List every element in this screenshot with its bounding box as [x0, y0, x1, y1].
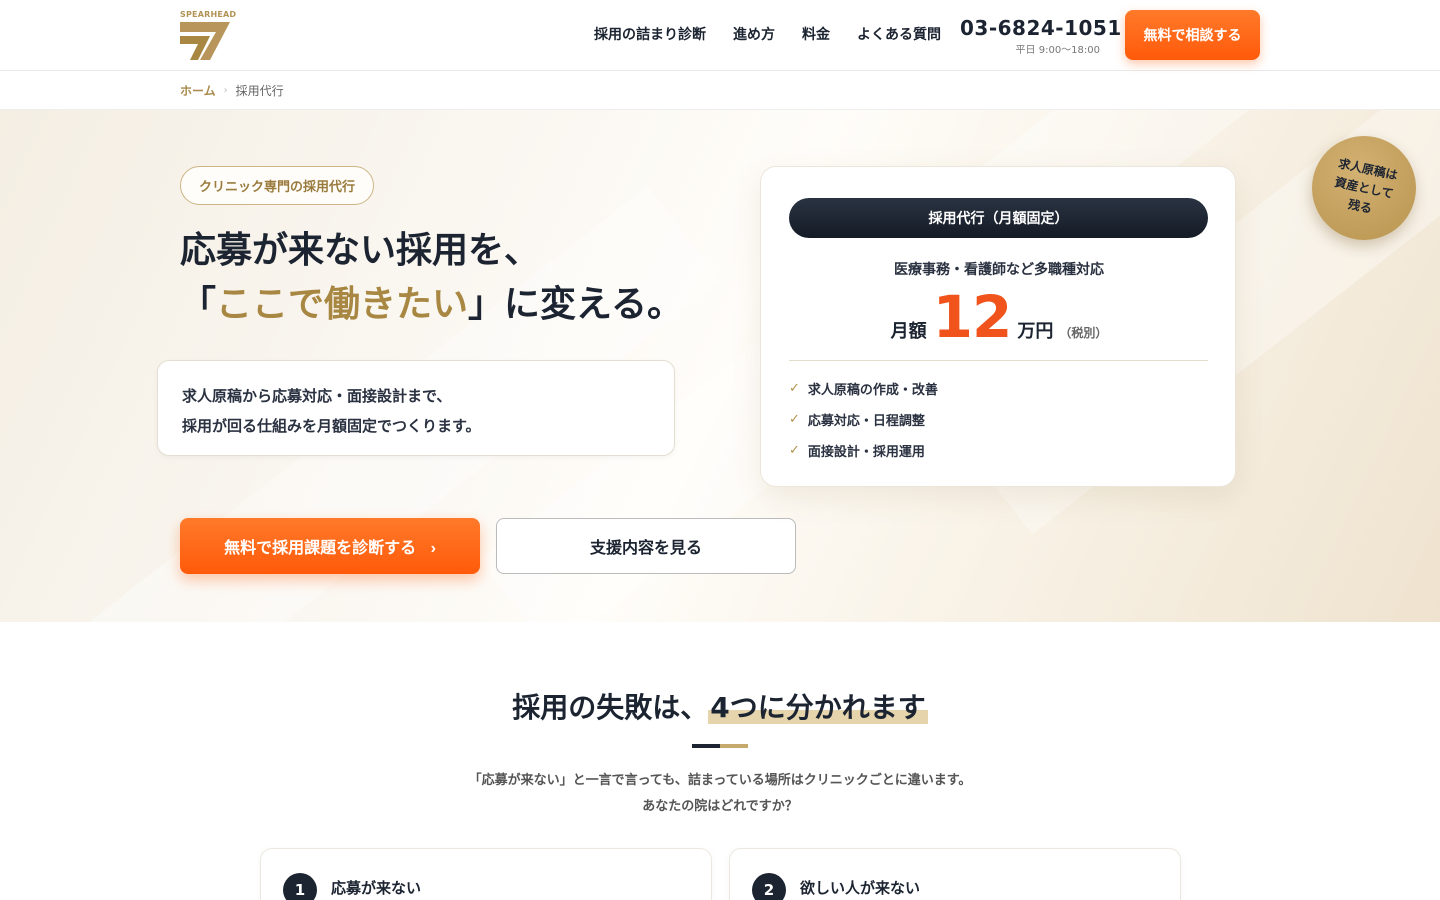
failure-card-label: 応募が来ない: [331, 879, 422, 897]
main-nav: 採用の詰まり診断 進め方 料金 よくある質問: [594, 24, 968, 44]
price-card-divider: [789, 360, 1208, 361]
hero-title-open-bracket: 「: [180, 284, 217, 325]
price-card-title: 採用代行（月額固定）: [789, 198, 1208, 238]
hero-title-line2-end: 」に変える。: [468, 284, 683, 325]
failure-card[interactable]: 1 応募が来ない: [260, 848, 712, 900]
feature-label: 応募対応・日程調整: [807, 414, 925, 429]
failure-card-label: 欲しい人が来ない: [800, 879, 921, 897]
hero-description: 求人原稿から応募対応・面接設計まで、 採用が回る仕組みを月額固定でつくります。: [157, 360, 675, 456]
logo-wordmark: SPEARHEAD: [180, 10, 237, 19]
price-prefix: 月額: [890, 321, 927, 342]
section-description: 「応募が来ない」と一言で言っても、詰まっている場所はクリニックごとに違います。 …: [0, 768, 1440, 820]
hero-desc-line2: 採用が回る仕組みを月額固定でつくります。: [182, 417, 481, 435]
feature-label: 面接設計・採用運用: [807, 445, 925, 460]
hero-badge: クリニック専門の採用代行: [180, 166, 375, 205]
phone-hours: 平日 9:00〜18:00: [1015, 45, 1100, 56]
price-amount: 12: [932, 283, 1013, 351]
logo-mark-icon: [180, 22, 230, 60]
nav-item-diagnosis[interactable]: 採用の詰まり診断: [594, 24, 706, 44]
section-title-pre: 採用の失敗は、: [512, 691, 709, 724]
site-header: SPEARHEAD 採用の詰まり診断 進め方 料金 よくある質問 03-6824…: [0, 0, 1440, 71]
nav-item-process[interactable]: 進め方: [733, 24, 775, 44]
hero-desc-line1: 求人原稿から応募対応・面接設計まで、: [182, 387, 452, 405]
check-icon: ✓: [789, 443, 800, 458]
check-icon: ✓: [789, 412, 800, 427]
price-card: 採用代行（月額固定） 医療事務・看護師など多職種対応 月額 12 万円 （税別）…: [760, 166, 1236, 487]
section-title: 採用の失敗は、4つに分かれます: [0, 686, 1440, 726]
price-card-subtitle: 医療事務・看護師など多職種対応: [894, 262, 1104, 278]
feature-item: ✓ 応募対応・日程調整: [789, 410, 925, 429]
diagnose-button-label: 無料で採用課題を診断する: [224, 540, 417, 557]
chevron-right-icon: ›: [430, 540, 436, 557]
breadcrumb-current: 採用代行: [235, 84, 284, 98]
diagnose-button[interactable]: 無料で採用課題を診断する ›: [180, 518, 480, 574]
view-services-button[interactable]: 支援内容を見る: [496, 518, 796, 574]
breadcrumb-separator-icon: ›: [223, 85, 228, 96]
hero-title: 応募が来ない採用を、 「ここで働きたい」に変える。: [180, 224, 683, 332]
free-consult-button[interactable]: 無料で相談する: [1125, 10, 1260, 60]
breadcrumb: ホーム › 採用代行: [180, 82, 284, 99]
feature-item: ✓ 面接設計・採用運用: [789, 441, 925, 460]
feature-item: ✓ 求人原稿の作成・改善: [789, 379, 938, 398]
failure-card[interactable]: 2 欲しい人が来ない: [729, 848, 1181, 900]
feature-label: 求人原稿の作成・改善: [807, 383, 938, 398]
hero-title-line1: 応募が来ない採用を、: [180, 230, 541, 271]
spearhead-logo[interactable]: SPEARHEAD: [180, 10, 236, 62]
failure-card-number: 1: [283, 873, 317, 900]
section-desc-line1: 「応募が来ない」と一言で言っても、詰まっている場所はクリニックごとに違います。: [468, 773, 972, 788]
price-row: 月額 12 万円 （税別）: [761, 285, 1237, 349]
section-title-highlight: 4つに分かれます: [708, 691, 928, 724]
price-tax-note: （税別）: [1059, 326, 1108, 340]
failure-card-number: 2: [752, 873, 786, 900]
section-desc-line2: あなたの院はどれですか？: [642, 799, 798, 814]
phone-contact[interactable]: 03-6824-1051 平日 9:00〜18:00: [960, 16, 1121, 56]
check-icon: ✓: [789, 381, 800, 396]
price-unit: 万円: [1017, 321, 1054, 342]
hero-title-highlight: ここで働きたい: [216, 284, 469, 325]
nav-item-pricing[interactable]: 料金: [802, 24, 830, 44]
section-title-underline: [692, 744, 748, 748]
nav-item-faq[interactable]: よくある質問: [857, 24, 941, 44]
breadcrumb-home[interactable]: ホーム: [180, 82, 216, 99]
phone-number[interactable]: 03-6824-1051: [960, 16, 1121, 40]
